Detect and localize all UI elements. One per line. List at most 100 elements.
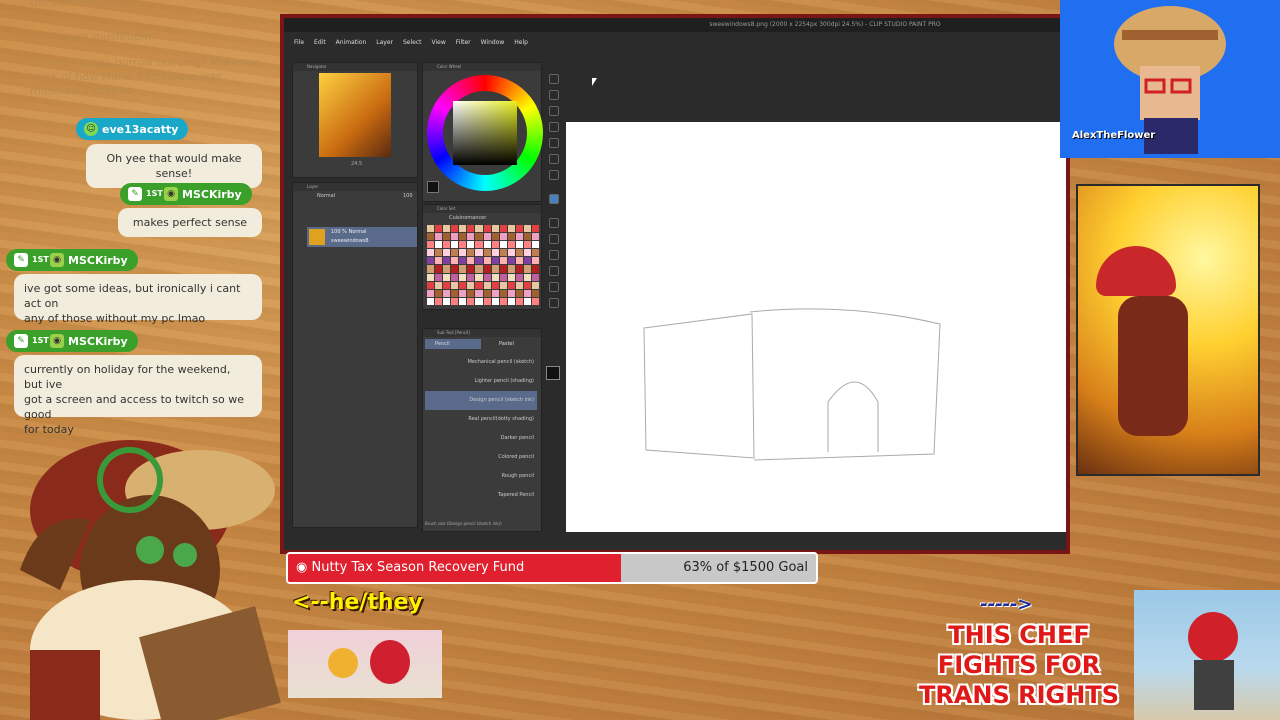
tab-pencil[interactable]: Pencil xyxy=(425,339,481,349)
color-swatch[interactable] xyxy=(451,257,459,265)
menu-window[interactable]: Window xyxy=(481,36,505,50)
color-swatch[interactable] xyxy=(523,225,531,233)
color-swatch[interactable] xyxy=(451,281,459,289)
color-swatch[interactable] xyxy=(483,265,491,273)
color-swatch[interactable] xyxy=(499,265,507,273)
color-swatch[interactable] xyxy=(475,265,483,273)
color-swatch[interactable] xyxy=(491,225,499,233)
color-swatch[interactable] xyxy=(475,281,483,289)
color-swatch[interactable] xyxy=(499,249,507,257)
color-swatch[interactable] xyxy=(483,281,491,289)
color-swatch[interactable] xyxy=(443,297,451,305)
color-swatch[interactable] xyxy=(491,281,499,289)
color-swatch[interactable] xyxy=(491,241,499,249)
balloon-tool-icon[interactable] xyxy=(549,298,559,308)
color-swatch[interactable] xyxy=(499,225,507,233)
color-swatch[interactable] xyxy=(523,257,531,265)
color-swatch[interactable] xyxy=(523,289,531,297)
color-swatch[interactable] xyxy=(531,273,539,281)
menu-view[interactable]: View xyxy=(432,36,446,50)
color-swatch[interactable] xyxy=(427,241,435,249)
color-swatch[interactable] xyxy=(443,249,451,257)
color-swatch[interactable] xyxy=(523,249,531,257)
color-swatch[interactable] xyxy=(483,241,491,249)
color-swatch[interactable] xyxy=(427,249,435,257)
color-swatch[interactable] xyxy=(451,289,459,297)
color-swatch[interactable] xyxy=(459,249,467,257)
swatch-grid[interactable] xyxy=(427,225,539,305)
color-swatch[interactable] xyxy=(443,241,451,249)
color-swatch[interactable] xyxy=(483,297,491,305)
color-swatch[interactable] xyxy=(483,273,491,281)
color-swatch[interactable] xyxy=(435,289,443,297)
color-swatch[interactable] xyxy=(443,257,451,265)
color-swatch[interactable] xyxy=(443,281,451,289)
color-swatch[interactable] xyxy=(467,265,475,273)
color-swatch[interactable] xyxy=(515,297,523,305)
color-swatch[interactable] xyxy=(427,225,435,233)
color-swatch[interactable] xyxy=(531,241,539,249)
color-swatch[interactable] xyxy=(475,257,483,265)
color-swatch[interactable] xyxy=(531,257,539,265)
color-swatch[interactable] xyxy=(531,225,539,233)
color-swatch[interactable] xyxy=(467,249,475,257)
color-swatch[interactable] xyxy=(435,297,443,305)
color-swatch[interactable] xyxy=(435,257,443,265)
color-swatch[interactable] xyxy=(531,281,539,289)
color-swatch[interactable] xyxy=(507,289,515,297)
color-swatch[interactable] xyxy=(531,265,539,273)
color-swatch[interactable] xyxy=(443,289,451,297)
color-swatch[interactable] xyxy=(475,233,483,241)
brush-tool-icon[interactable] xyxy=(549,170,559,180)
color-set-name[interactable]: Cuisinomancer xyxy=(449,215,486,221)
color-swatch[interactable] xyxy=(451,225,459,233)
color-swatch[interactable] xyxy=(443,273,451,281)
color-swatch[interactable] xyxy=(523,281,531,289)
color-swatch[interactable] xyxy=(507,257,515,265)
color-swatch[interactable] xyxy=(475,273,483,281)
menu-filter[interactable]: Filter xyxy=(456,36,471,50)
color-swatch[interactable] xyxy=(523,265,531,273)
color-swatch[interactable] xyxy=(531,233,539,241)
brush-item[interactable]: Lighter pencil (shading) xyxy=(425,372,537,391)
color-swatch[interactable] xyxy=(435,225,443,233)
color-swatch[interactable] xyxy=(507,225,515,233)
color-swatch[interactable] xyxy=(467,225,475,233)
color-swatch[interactable] xyxy=(515,265,523,273)
menu-file[interactable]: File xyxy=(294,36,304,50)
color-swatch[interactable] xyxy=(515,233,523,241)
color-swatch[interactable] xyxy=(435,281,443,289)
color-swatch[interactable] xyxy=(507,241,515,249)
color-swatch[interactable] xyxy=(491,289,499,297)
color-swatch[interactable] xyxy=(515,225,523,233)
color-swatch[interactable] xyxy=(515,273,523,281)
menu-edit[interactable]: Edit xyxy=(314,36,326,50)
color-swatch[interactable] xyxy=(451,241,459,249)
color-swatch[interactable] xyxy=(427,257,435,265)
color-swatch[interactable] xyxy=(491,249,499,257)
color-swatch[interactable] xyxy=(499,257,507,265)
color-swatch[interactable] xyxy=(435,233,443,241)
layer-item[interactable]: 100 % Normal sweewindows8 xyxy=(307,227,417,247)
color-swatch[interactable] xyxy=(459,281,467,289)
color-swatch[interactable] xyxy=(459,273,467,281)
color-swatch[interactable] xyxy=(467,241,475,249)
color-swatch[interactable] xyxy=(499,273,507,281)
color-swatch[interactable] xyxy=(451,273,459,281)
color-swatch[interactable] xyxy=(467,257,475,265)
color-swatch[interactable] xyxy=(459,289,467,297)
color-swatch[interactable] xyxy=(467,273,475,281)
color-swatch[interactable] xyxy=(499,241,507,249)
color-swatch[interactable] xyxy=(427,233,435,241)
color-swatch[interactable] xyxy=(515,289,523,297)
color-swatch[interactable] xyxy=(515,281,523,289)
color-swatch[interactable] xyxy=(443,233,451,241)
color-swatch[interactable] xyxy=(515,257,523,265)
color-swatch[interactable] xyxy=(523,273,531,281)
color-swatch[interactable] xyxy=(467,233,475,241)
brush-item[interactable]: Tapered Pencil xyxy=(425,486,537,505)
color-swatch[interactable] xyxy=(531,249,539,257)
color-swatch[interactable] xyxy=(483,225,491,233)
color-swatch[interactable] xyxy=(491,265,499,273)
menu-animation[interactable]: Animation xyxy=(336,36,367,50)
